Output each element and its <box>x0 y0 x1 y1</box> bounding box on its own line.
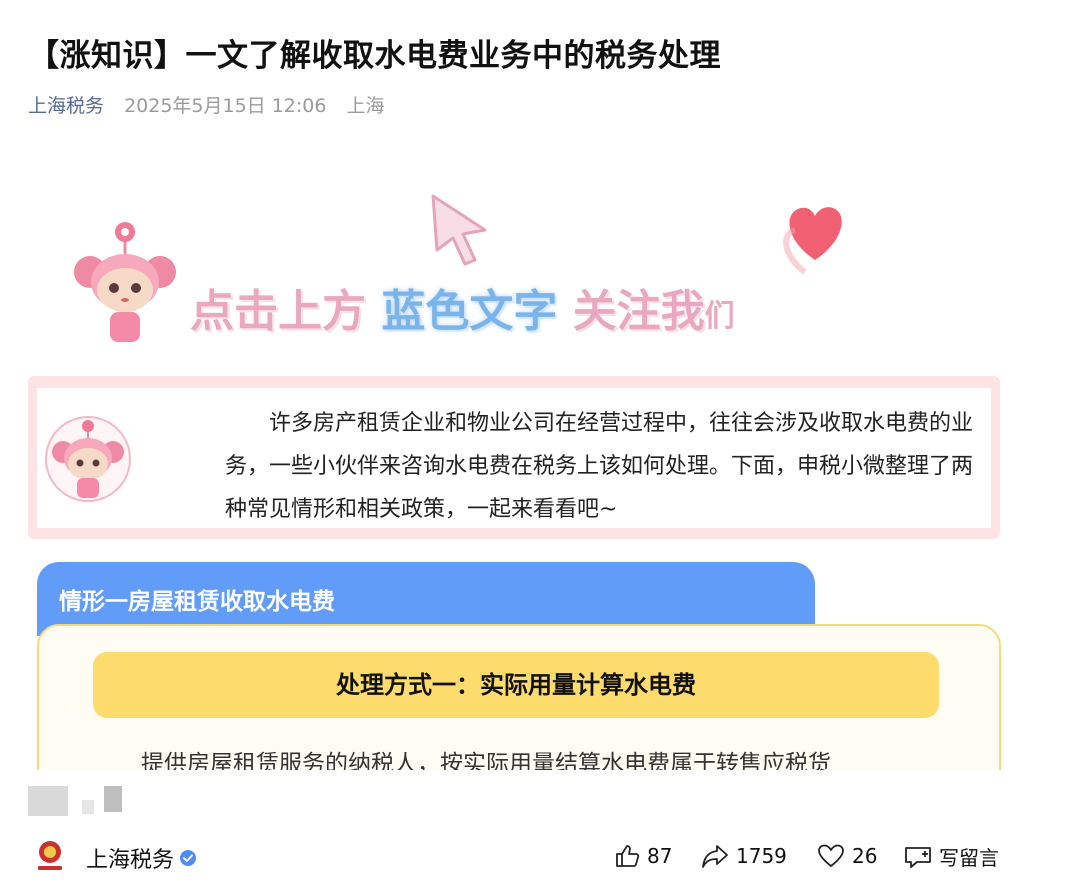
intro-paragraph: 许多房产租赁企业和物业公司在经营过程中，往往会涉及收取水电费的业务，一些小伙伴来… <box>225 411 974 522</box>
section-heading: 情形一房屋租赁收取水电费 <box>59 589 335 615</box>
share-arrow-icon <box>702 845 728 868</box>
tax-bureau-logo-icon[interactable] <box>32 838 68 874</box>
account-name[interactable]: 上海税务 <box>86 842 174 874</box>
favorite-count: 26 <box>852 844 878 868</box>
heart-outline-icon <box>818 844 844 867</box>
cursor-arrow-icon <box>431 194 487 266</box>
comment-label: 写留言 <box>939 846 999 870</box>
share-button[interactable]: 1759 <box>700 842 787 870</box>
mascot-icon <box>52 420 124 498</box>
article-title: 【涨知识】一文了解收取水电费业务中的税务处理 <box>28 38 721 74</box>
heart-icon <box>783 207 842 275</box>
blurred-thumbnail <box>82 800 94 814</box>
favorite-button[interactable]: 26 <box>816 842 877 870</box>
banner-part1: 点击上方 <box>190 286 366 337</box>
blurred-thumbnail <box>104 786 122 812</box>
intro-box: 许多房产租赁企业和物业公司在经营过程中，往往会涉及收取水电费的业务，一些小伙伴来… <box>28 376 1000 539</box>
banner-text: 点击上方 蓝色文字 关注我们 <box>190 275 735 339</box>
banner-part2: 蓝色文字 <box>381 286 558 337</box>
mascot-avatar <box>45 416 131 502</box>
follow-banner: 点击上方 蓝色文字 关注我们 <box>70 190 860 350</box>
author-link[interactable]: 上海税务 <box>28 95 104 117</box>
verified-badge-icon <box>180 850 196 866</box>
mascot-icon <box>74 222 176 342</box>
thumbs-up-icon <box>616 845 640 867</box>
banner-part3: 关注我 <box>572 286 705 337</box>
comment-button[interactable]: 写留言 <box>903 842 999 871</box>
banner-part4: 们 <box>704 299 735 334</box>
article-meta: 上海税务 2025年5月15日 12:06 上海 <box>28 91 399 118</box>
method-title: 处理方式一：实际用量计算水电费 <box>93 652 939 718</box>
publish-date: 2025年5月15日 12:06 <box>124 95 327 117</box>
blurred-thumbnail <box>28 786 68 816</box>
publish-location: 上海 <box>346 95 385 117</box>
like-count: 87 <box>647 844 673 868</box>
share-count: 1759 <box>736 844 787 868</box>
intro-box-inner: 许多房产租赁企业和物业公司在经营过程中，往往会涉及收取水电费的业务，一些小伙伴来… <box>37 388 991 528</box>
comment-icon <box>905 846 931 868</box>
like-button[interactable]: 87 <box>613 842 672 870</box>
